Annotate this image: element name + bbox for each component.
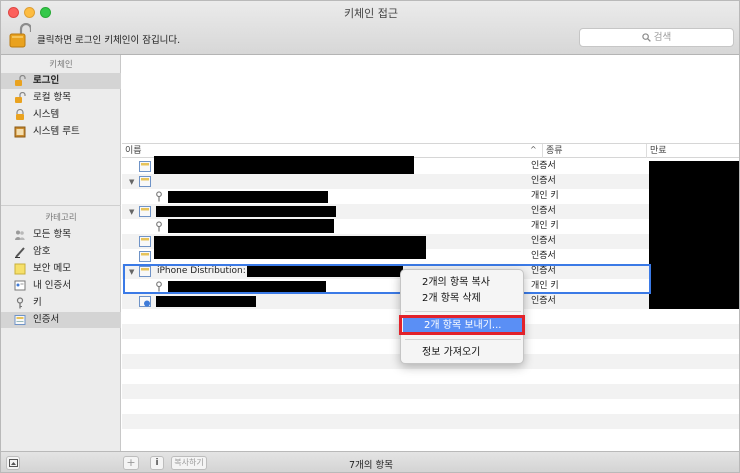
cell-kind: 인증서 <box>531 161 556 171</box>
redacted-name <box>168 191 328 203</box>
menu-item-delete[interactable]: 2개 항목 삭제 <box>401 291 525 307</box>
redacted-name <box>156 296 256 307</box>
table-row[interactable]: ▼ 인증서 <box>122 174 739 189</box>
sidebar-item-label: 인증서 <box>33 314 60 325</box>
key-icon <box>156 221 162 232</box>
disclosure-triangle-icon[interactable]: ▼ <box>129 178 134 186</box>
sidebar-item-system-roots[interactable]: 시스템 루트 <box>1 124 121 140</box>
cell-kind: 개인 키 <box>531 191 559 201</box>
certificate-plus-icon <box>139 296 151 307</box>
cell-kind: 인증서 <box>531 206 556 216</box>
table-row[interactable]: ▼ 인증서 <box>122 204 739 219</box>
keychains-header: 키체인 <box>49 60 73 70</box>
table-row[interactable]: 인증서 <box>122 156 739 181</box>
lock-open-icon <box>15 92 26 103</box>
selection-outline <box>123 264 651 294</box>
sidebar-item-label: 시스템 루트 <box>33 126 80 137</box>
certificate-icon <box>14 315 26 325</box>
disclosure-triangle-icon[interactable]: ▼ <box>129 208 134 216</box>
sort-ascending-icon[interactable]: ^ <box>530 145 537 154</box>
menu-separator <box>405 339 521 340</box>
categories-header: 카테고리 <box>45 213 77 223</box>
menu-separator <box>405 311 521 312</box>
cell-kind: 인증서 <box>531 296 556 306</box>
search-input[interactable]: 검색 <box>579 28 734 47</box>
empty-row <box>122 429 739 444</box>
certificate-icon <box>139 236 151 247</box>
people-icon <box>15 230 25 240</box>
table-row[interactable]: 개인 키 <box>122 219 739 234</box>
sidebar-item-label: 내 인증서 <box>33 280 71 291</box>
redacted-name <box>168 219 334 233</box>
my-certificate-icon <box>14 280 26 291</box>
certificate-icon <box>139 251 151 262</box>
empty-row <box>122 369 739 384</box>
cabinet-icon <box>14 126 26 138</box>
sidebar-item-local-items[interactable]: 로컬 항목 <box>1 90 121 106</box>
highlight-callout <box>399 315 525 335</box>
detail-panel <box>122 55 739 144</box>
redacted-name <box>156 206 336 217</box>
key-icon <box>156 191 162 202</box>
cell-kind: 개인 키 <box>531 221 559 231</box>
certificate-icon <box>139 176 151 187</box>
column-header-expires[interactable]: 만료 <box>646 144 739 158</box>
toolbar: 키체인 접근 클릭하면 로그인 키체인이 잠깁니다. 검색 <box>1 1 739 55</box>
cell-kind: 인증서 <box>531 176 556 186</box>
sidebar: 키체인 로그인 로컬 항목 시스템 시스템 루트 카테고리 모든 항목 암호 보… <box>1 55 121 451</box>
lock-message[interactable]: 클릭하면 로그인 키체인이 잠깁니다. <box>37 32 180 46</box>
sidebar-item-label: 모든 항목 <box>33 229 71 240</box>
sidebar-item-label: 로그인 <box>33 75 60 86</box>
lock-open-icon <box>15 75 26 86</box>
redacted-expiry-column <box>649 161 739 309</box>
column-header-kind[interactable]: 종류 <box>542 144 646 158</box>
note-icon <box>14 263 26 275</box>
main-content: 이름 ^ 종류 만료 인증서 ▼ 인증서 개인 키 ▼ 인증서 개인 키 인증서… <box>122 55 739 451</box>
sidebar-item-label: 키 <box>33 297 42 308</box>
sidebar-item-passwords[interactable]: 암호 <box>1 244 121 260</box>
sidebar-item-label: 암호 <box>33 246 51 257</box>
empty-row <box>122 399 739 414</box>
menu-item-copy[interactable]: 2개의 항목 복사 <box>401 275 525 291</box>
sidebar-item-my-certificates[interactable]: 내 인증서 <box>1 278 121 294</box>
empty-row <box>122 414 739 429</box>
table-row[interactable]: 개인 키 <box>122 189 739 204</box>
lock-icon <box>16 109 24 120</box>
table-row[interactable]: 인증서 <box>122 234 739 259</box>
table-row[interactable]: 인증서 <box>122 249 739 264</box>
pencil-icon <box>15 247 25 258</box>
menu-item-get-info[interactable]: 정보 가져오기 <box>401 345 525 361</box>
sidebar-item-certificates[interactable]: 인증서 <box>1 312 121 328</box>
sidebar-item-label: 보안 메모 <box>33 263 71 274</box>
status-bar: + i 복사하기 7개의 항목 <box>1 451 739 472</box>
search-icon <box>642 33 651 42</box>
keychain-access-window: 키체인 접근 클릭하면 로그인 키체인이 잠깁니다. 검색 키체인 로그인 로컬… <box>0 0 740 473</box>
certificate-icon <box>139 206 151 217</box>
sidebar-item-label: 시스템 <box>33 109 60 120</box>
sidebar-item-all-items[interactable]: 모든 항목 <box>1 227 121 243</box>
sidebar-item-label: 로컬 항목 <box>33 92 71 103</box>
certificate-icon <box>139 161 151 172</box>
cell-kind: 인증서 <box>531 251 556 261</box>
sidebar-item-login[interactable]: 로그인 <box>1 73 121 89</box>
item-count: 7개의 항목 <box>348 460 394 471</box>
window-title: 키체인 접근 <box>343 7 399 20</box>
lock-open-icon[interactable] <box>9 23 31 49</box>
search-placeholder: 검색 <box>653 32 672 43</box>
sidebar-item-keys[interactable]: 키 <box>1 295 121 311</box>
sidebar-item-secure-notes[interactable]: 보안 메모 <box>1 261 121 277</box>
sidebar-divider <box>1 205 121 206</box>
cell-kind: 인증서 <box>531 236 556 246</box>
sidebar-item-system[interactable]: 시스템 <box>1 107 121 123</box>
key-icon <box>16 297 24 309</box>
empty-row <box>122 384 739 399</box>
